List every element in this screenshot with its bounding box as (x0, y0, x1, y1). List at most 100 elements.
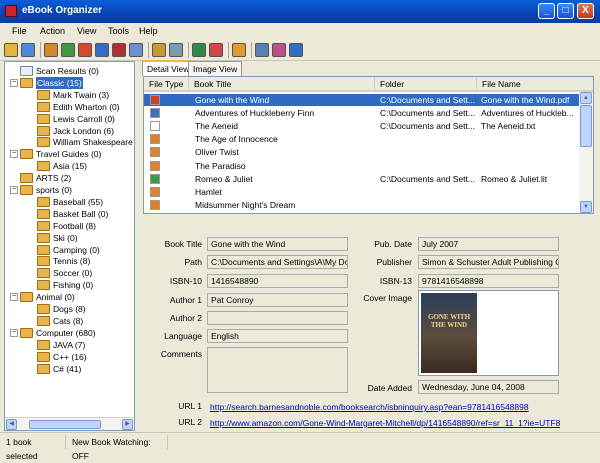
collapse-icon[interactable]: − (10, 150, 18, 159)
edit-icon[interactable] (129, 43, 143, 57)
layout-left-icon[interactable] (272, 43, 286, 57)
publisher-field[interactable]: Simon & Schuster Adult Publishing Gro (418, 255, 559, 269)
txt-file-icon (150, 121, 160, 132)
layout-right-icon[interactable] (289, 43, 303, 57)
table-row[interactable]: The Age of Innocence (144, 133, 580, 145)
scroll-left-icon[interactable]: ◀ (6, 419, 17, 430)
url2-label: URL 2 (178, 417, 202, 427)
tree-item-label: Computer (680) (36, 327, 96, 338)
path-field[interactable]: C:\Documents and Settings\A\My Do (207, 255, 348, 269)
column-file-type[interactable]: File Type (144, 77, 189, 92)
scan-icon[interactable] (152, 43, 166, 57)
table-row[interactable]: Adventures of Huckleberry Finn C:\Documen… (144, 107, 580, 119)
language-label: Language (164, 331, 202, 341)
author2-field[interactable] (207, 311, 348, 325)
path-label: Path (184, 257, 203, 267)
tab-image-view[interactable]: Image View (188, 61, 243, 76)
menu-file[interactable]: File (12, 26, 27, 36)
close-button[interactable]: X (577, 3, 594, 19)
tree-item-label: Baseball (55) (53, 196, 104, 207)
folder-icon (37, 268, 50, 279)
folder-icon (37, 315, 50, 326)
column-book-title[interactable]: Book Title (189, 77, 375, 92)
author1-label: Author 1 (169, 295, 202, 305)
folder-icon (37, 101, 50, 112)
tree-item-label: ARTS (2) (36, 173, 72, 184)
folder-icon (37, 363, 50, 374)
cell-file: The Aeneid.txt (481, 121, 536, 132)
comments-label: Comments (160, 349, 202, 359)
folder-icon (20, 185, 33, 195)
menu-help[interactable]: Help (139, 26, 158, 36)
scan-results-icon (20, 66, 33, 76)
table-row[interactable]: Romeo & Juliet C:\Documents and Sett... Ro… (144, 173, 580, 185)
book-title-field[interactable]: Gone with the Wind (207, 237, 348, 251)
tree-horizontal-scrollbar[interactable]: ◀ ▶ (5, 417, 134, 430)
table-row[interactable]: Hamlet (144, 186, 580, 198)
folder-icon (20, 77, 33, 88)
column-file-name[interactable]: File Name (477, 77, 593, 92)
tree-item-label: Basket Ball (0) (53, 208, 109, 219)
options-icon[interactable] (255, 43, 269, 57)
table-row[interactable]: Midsummer Night's Dream (144, 199, 580, 211)
status-selection: 1 book selected (2, 435, 66, 461)
book-list: File Type Book Title Folder File Name Go… (143, 76, 594, 214)
tree-item-label: Cats (8) (53, 315, 84, 326)
language-field[interactable]: English (207, 329, 348, 343)
collapse-icon[interactable]: − (10, 78, 18, 87)
menu-tools[interactable]: Tools (108, 26, 129, 36)
cell-folder: C:\Documents and Sett... (380, 95, 475, 105)
pub-date-field[interactable]: July 2007 (418, 237, 559, 251)
add-folder-icon[interactable] (61, 43, 75, 57)
menu-action[interactable]: Action (40, 26, 65, 36)
scroll-up-icon[interactable]: ▲ (580, 92, 592, 104)
table-row[interactable]: The Paradiso (144, 160, 580, 172)
tree-item-label: Travel Guides (0) (36, 149, 102, 160)
isbn13-field[interactable]: 9781416548898 (418, 274, 559, 288)
column-folder[interactable]: Folder (375, 77, 477, 92)
folder-icon (37, 125, 50, 136)
scroll-down-icon[interactable]: ▼ (580, 201, 592, 213)
date-added-field[interactable]: Wednesday, June 04, 2008 (418, 380, 559, 394)
cell-title: Hamlet (195, 186, 222, 197)
url2-link[interactable]: http://www.amazon.com/Gone-Wind-Margaret… (210, 417, 560, 429)
folder-icon (37, 339, 50, 350)
refresh-icon[interactable] (169, 43, 183, 57)
list-vertical-scrollbar[interactable]: ▲ ▼ (579, 92, 593, 213)
view-icon[interactable] (232, 43, 246, 57)
cell-title: Oliver Twist (195, 147, 239, 158)
isbn10-field[interactable]: 1416548890 (207, 274, 348, 288)
export-icon[interactable] (192, 43, 206, 57)
delete-icon[interactable] (112, 43, 126, 57)
move-icon[interactable] (95, 43, 109, 57)
table-row[interactable]: Oliver Twist (144, 146, 580, 158)
collapse-icon[interactable]: − (10, 293, 18, 302)
menu-view[interactable]: View (77, 26, 96, 36)
scroll-thumb[interactable] (580, 105, 592, 147)
category-tree[interactable]: Scan Results (0) − Classic (15) Mark Twain … (4, 61, 135, 431)
minimize-button[interactable]: _ (538, 3, 555, 19)
add-book-icon[interactable] (44, 43, 58, 57)
cell-folder: C:\Documents and Sett... (380, 173, 475, 184)
author1-field[interactable]: Pat Conroy (207, 293, 348, 307)
scroll-thumb[interactable] (29, 420, 101, 429)
folder-icon (37, 89, 50, 100)
copy-icon[interactable] (78, 43, 92, 57)
tab-detail-view[interactable]: Detail View (142, 60, 195, 76)
open-icon[interactable] (4, 43, 18, 57)
maximize-button[interactable]: □ (557, 3, 574, 19)
book-file-icon (150, 160, 160, 171)
table-row[interactable]: Gone with the Wind C:\Documents and Sett.… (144, 94, 580, 106)
collapse-icon[interactable]: − (10, 186, 18, 194)
properties-icon[interactable] (209, 43, 223, 57)
tree-item-label: Classic (15) (36, 76, 83, 89)
folder-icon (37, 137, 50, 148)
cover-image[interactable]: GONE WITH THE WIND (418, 290, 559, 376)
cell-file: Adventures of Huckleb... (481, 108, 574, 119)
comments-field[interactable] (207, 347, 348, 393)
collapse-icon[interactable]: − (10, 328, 18, 337)
table-row[interactable]: The Aeneid C:\Documents and Sett... The Ae… (144, 120, 580, 132)
scroll-right-icon[interactable]: ▶ (122, 419, 133, 430)
url1-link[interactable]: http://search.barnesandnoble.com/booksea… (210, 401, 560, 413)
import-icon[interactable] (21, 43, 35, 57)
